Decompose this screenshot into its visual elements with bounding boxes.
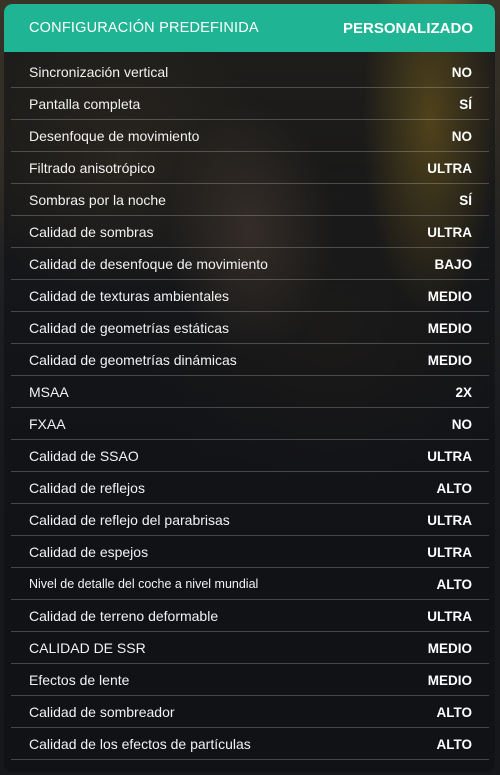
- setting-value: ULTRA: [427, 544, 472, 560]
- setting-row-deformable-terrain[interactable]: Calidad de terreno deformable ULTRA: [11, 601, 489, 632]
- setting-row-dynamic-geometry[interactable]: Calidad de geometrías dinámicas MEDIO: [11, 345, 489, 376]
- setting-label: Calidad de reflejo del parabrisas: [29, 512, 230, 528]
- setting-label: Calidad de reflejos: [29, 480, 145, 496]
- setting-label: Efectos de lente: [29, 672, 130, 688]
- setting-row-reflections[interactable]: Calidad de reflejos ALTO: [11, 473, 489, 504]
- setting-value: NO: [451, 128, 472, 144]
- setting-label: Sombras por la noche: [29, 192, 166, 208]
- setting-row-shader-quality[interactable]: Calidad de sombreador ALTO: [11, 697, 489, 728]
- setting-label: Calidad de SSAO: [29, 448, 139, 464]
- setting-value: NO: [451, 64, 472, 80]
- setting-value: SÍ: [459, 96, 472, 112]
- setting-row-windshield-reflection[interactable]: Calidad de reflejo del parabrisas ULTRA: [11, 505, 489, 536]
- graphics-settings-screen: CONFIGURACIÓN PREDEFINIDA PERSONALIZADO …: [0, 0, 500, 775]
- setting-row-lens-effects[interactable]: Efectos de lente MEDIO: [11, 665, 489, 696]
- setting-value: MEDIO: [427, 672, 472, 688]
- setting-row-world-car-lod[interactable]: Nivel de detalle del coche a nivel mundi…: [11, 569, 489, 600]
- setting-value: ULTRA: [427, 448, 472, 464]
- setting-row-motion-blur-quality[interactable]: Calidad de desenfoque de movimiento BAJO: [11, 249, 489, 280]
- setting-value: ALTO: [436, 704, 473, 720]
- setting-row-night-shadows[interactable]: Sombras por la noche SÍ: [11, 185, 489, 216]
- setting-value: MEDIO: [427, 352, 472, 368]
- setting-row-ssao[interactable]: Calidad de SSAO ULTRA: [11, 441, 489, 472]
- setting-row-vsync[interactable]: Sincronización vertical NO: [11, 57, 489, 88]
- setting-value: NO: [451, 416, 472, 432]
- setting-row-environment-textures[interactable]: Calidad de texturas ambientales MEDIO: [11, 281, 489, 312]
- setting-value: ALTO: [436, 576, 473, 592]
- setting-row-fxaa[interactable]: FXAA NO: [11, 409, 489, 440]
- setting-label: Calidad de geometrías dinámicas: [29, 352, 237, 368]
- setting-row-mirrors[interactable]: Calidad de espejos ULTRA: [11, 537, 489, 568]
- setting-value: ULTRA: [427, 608, 472, 624]
- setting-value: ALTO: [436, 480, 473, 496]
- setting-label: Filtrado anisotrópico: [29, 160, 156, 176]
- setting-row-motion-blur[interactable]: Desenfoque de movimiento NO: [11, 121, 489, 152]
- setting-label: Calidad de terreno deformable: [29, 608, 219, 624]
- setting-value: 2X: [455, 384, 472, 400]
- setting-row-msaa[interactable]: MSAA 2X: [11, 377, 489, 408]
- setting-row-particle-effects[interactable]: Calidad de los efectos de partículas ALT…: [11, 729, 489, 760]
- setting-row-static-geometry[interactable]: Calidad de geometrías estáticas MEDIO: [11, 313, 489, 344]
- setting-value: MEDIO: [427, 640, 472, 656]
- setting-label: Calidad de sombras: [29, 224, 154, 240]
- setting-label: Calidad de espejos: [29, 544, 149, 560]
- setting-label: Nivel de detalle del coche a nivel mundi…: [29, 577, 259, 591]
- settings-panel: CONFIGURACIÓN PREDEFINIDA PERSONALIZADO …: [4, 4, 495, 772]
- preset-value: PERSONALIZADO: [342, 19, 473, 37]
- setting-label: MSAA: [29, 384, 69, 400]
- setting-value: BAJO: [434, 256, 472, 272]
- setting-value: MEDIO: [427, 320, 472, 336]
- setting-label: Calidad de los efectos de partículas: [29, 736, 251, 752]
- setting-label: Sincronización vertical: [29, 64, 169, 80]
- setting-value: SÍ: [459, 192, 472, 208]
- setting-value: ULTRA: [427, 224, 472, 240]
- setting-label: Calidad de sombreador: [29, 704, 175, 720]
- setting-label: Calidad de texturas ambientales: [29, 288, 230, 304]
- setting-value: ULTRA: [427, 160, 472, 176]
- setting-label: FXAA: [29, 416, 66, 432]
- setting-row-anisotropic-filtering[interactable]: Filtrado anisotrópico ULTRA: [11, 153, 489, 184]
- setting-label: Pantalla completa: [29, 96, 141, 112]
- setting-value: ULTRA: [427, 512, 472, 528]
- preset-label: CONFIGURACIÓN PREDEFINIDA: [29, 20, 259, 36]
- setting-row-fullscreen[interactable]: Pantalla completa SÍ: [11, 89, 489, 120]
- setting-row-shadow-quality[interactable]: Calidad de sombras ULTRA: [11, 217, 489, 248]
- setting-value: MEDIO: [427, 288, 472, 304]
- setting-label: Desenfoque de movimiento: [29, 128, 200, 144]
- preset-selector[interactable]: CONFIGURACIÓN PREDEFINIDA PERSONALIZADO: [4, 4, 495, 52]
- setting-row-ssr[interactable]: CALIDAD DE SSR MEDIO: [11, 633, 489, 664]
- setting-label: Calidad de geometrías estáticas: [29, 320, 229, 336]
- setting-value: ALTO: [436, 736, 473, 752]
- setting-label: CALIDAD DE SSR: [29, 640, 146, 656]
- settings-list: Sincronización vertical NO Pantalla comp…: [11, 57, 489, 761]
- setting-label: Calidad de desenfoque de movimiento: [29, 256, 268, 272]
